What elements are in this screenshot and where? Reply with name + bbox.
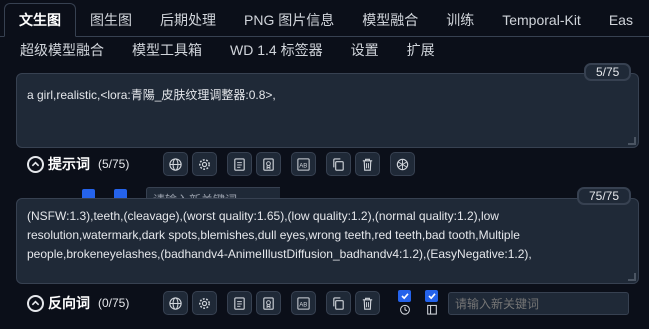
bookmark-icon[interactable] — [256, 152, 282, 176]
tab-settings[interactable]: 设置 — [337, 38, 393, 62]
tab-png-info[interactable]: PNG 图片信息 — [230, 3, 348, 36]
openai-icon[interactable] — [390, 152, 416, 176]
positive-label: 提示词 — [48, 156, 90, 172]
collapse-toggle-icon[interactable] — [27, 155, 44, 173]
bookmark-icon[interactable] — [256, 291, 282, 315]
translate-icon[interactable]: AB — [291, 152, 317, 176]
positive-prompt-toolbar: 提示词 (5/75) AB — [16, 151, 639, 177]
trash-icon[interactable] — [355, 291, 381, 315]
globe-icon[interactable] — [163, 152, 189, 176]
tab-super-merger[interactable]: 超级模型融合 — [6, 38, 118, 62]
history-icon — [399, 305, 410, 316]
tab-model-toolkit[interactable]: 模型工具箱 — [118, 38, 216, 62]
svg-text:AB: AB — [300, 162, 308, 169]
copy-icon[interactable] — [326, 291, 352, 315]
app-root: 文生图 图生图 后期处理 PNG 图片信息 模型融合 训练 Temporal-K… — [0, 0, 649, 329]
tab-img2img[interactable]: 图生图 — [76, 3, 146, 36]
panel-toggle — [425, 290, 439, 316]
copy-icon[interactable] — [326, 152, 352, 176]
document-icon[interactable] — [227, 291, 253, 315]
main-tab-bar: 文生图 图生图 后期处理 PNG 图片信息 模型融合 训练 Temporal-K… — [0, 0, 649, 37]
history-toggle — [398, 290, 412, 316]
gear-icon[interactable] — [192, 291, 218, 315]
collapse-toggle-icon[interactable] — [27, 294, 44, 312]
secondary-tab-bar: 超级模型融合 模型工具箱 WD 1.4 标签器 设置 扩展 — [0, 37, 649, 63]
history-checkbox[interactable] — [398, 290, 412, 303]
translate-icon[interactable]: AB — [291, 291, 317, 315]
positive-token-counter: 5/75 — [584, 63, 632, 81]
positive-prompt-text: a girl,realistic,<lora:青陽_皮肤纹理调整器:0.8>, — [27, 88, 276, 102]
tab-eas[interactable]: Eas — [595, 3, 647, 36]
negative-count-label: (0/75) — [98, 296, 130, 310]
svg-text:AB: AB — [300, 301, 308, 308]
gear-icon[interactable] — [192, 152, 218, 176]
tab-checkpoint-merger[interactable]: 模型融合 — [348, 3, 432, 36]
positive-count-label: (5/75) — [98, 157, 130, 171]
tab-temporal-kit[interactable]: Temporal-Kit — [488, 3, 595, 36]
resize-handle[interactable] — [628, 273, 636, 281]
tab-extensions[interactable]: 扩展 — [393, 38, 449, 62]
tab-extras[interactable]: 后期处理 — [146, 3, 230, 36]
globe-icon[interactable] — [163, 291, 189, 315]
negative-prompt-text: (NSFW:1.3),teeth,(cleavage),(worst quali… — [27, 209, 532, 261]
positive-prompt-textarea[interactable]: a girl,realistic,<lora:青陽_皮肤纹理调整器:0.8>, — [16, 73, 639, 148]
tab-txt2img[interactable]: 文生图 — [4, 3, 76, 37]
tab-wd14-tagger[interactable]: WD 1.4 标签器 — [216, 38, 337, 62]
tab-train[interactable]: 训练 — [432, 3, 488, 36]
negative-prompt-textarea[interactable]: (NSFW:1.3),teeth,(cleavage),(worst quali… — [16, 198, 639, 284]
keyword-input[interactable] — [448, 292, 629, 315]
trash-icon[interactable] — [355, 152, 381, 176]
panel-checkbox[interactable] — [425, 290, 439, 303]
document-icon[interactable] — [227, 152, 253, 176]
negative-label: 反向词 — [48, 295, 90, 311]
negative-token-counter: 75/75 — [577, 187, 632, 205]
resize-handle[interactable] — [628, 137, 636, 145]
panel-icon — [427, 305, 437, 316]
